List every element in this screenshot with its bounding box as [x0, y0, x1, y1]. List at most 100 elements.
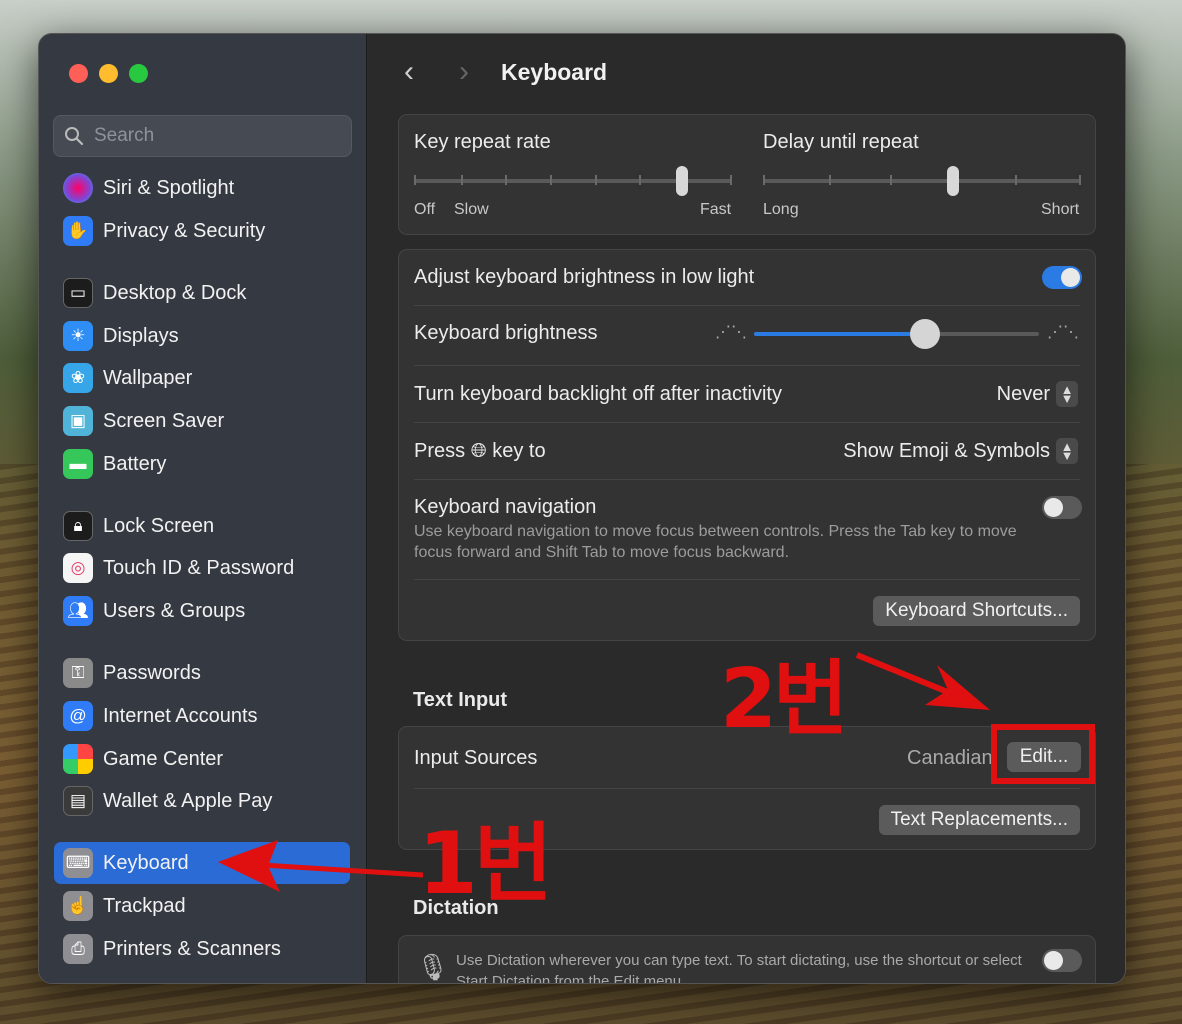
- sidebar-item-label: Touch ID & Password: [103, 556, 295, 579]
- globe-icon: 🌐︎: [470, 440, 487, 462]
- minimize-button[interactable]: [99, 64, 118, 83]
- keyboard-nav-toggle[interactable]: [1042, 496, 1082, 519]
- brightness-thumb[interactable]: [910, 319, 940, 349]
- text-replacements-button[interactable]: Text Replacements...: [878, 805, 1080, 835]
- flower-icon: ❀: [63, 363, 93, 393]
- press-key-label: Press 🌐︎ key to: [414, 440, 546, 463]
- back-button[interactable]: ‹: [396, 57, 422, 88]
- sidebar-item-passwords[interactable]: ⚿ Passwords: [54, 652, 350, 694]
- updown-chevron-icon: ▲ ▼: [1056, 381, 1078, 407]
- sidebar-item-wallpaper[interactable]: ❀ Wallpaper: [54, 357, 350, 399]
- delay-short-label: Short: [1041, 201, 1080, 218]
- sidebar-item-wallet[interactable]: ▤ Wallet & Apple Pay: [54, 780, 350, 822]
- input-sources-label: Input Sources: [414, 747, 538, 769]
- key-repeat-label: Key repeat rate: [414, 131, 551, 153]
- backlight-label: Turn keyboard backlight off after inacti…: [414, 383, 782, 405]
- edit-highlight-box: [991, 724, 1095, 784]
- at-icon: @: [63, 701, 93, 731]
- trackpad-icon: ☝: [63, 891, 93, 921]
- keyboard-shortcuts-button[interactable]: Keyboard Shortcuts...: [873, 596, 1080, 626]
- sidebar-item-label: Wallpaper: [103, 366, 193, 389]
- sidebar-item-printers[interactable]: ⎙ Printers & Scanners: [54, 928, 350, 970]
- sidebar-item-users-groups[interactable]: 👥︎ Users & Groups: [54, 590, 350, 632]
- zoom-button[interactable]: [129, 64, 148, 83]
- sidebar: Siri & Spotlight ✋ Privacy & Security ▭ …: [39, 34, 367, 983]
- press-label-a: Press: [414, 440, 466, 462]
- sidebar-item-touch-id[interactable]: ◎ Touch ID & Password: [54, 547, 350, 589]
- step-1-annotation: 1번: [418, 814, 553, 914]
- delay-thumb[interactable]: [947, 166, 959, 196]
- printer-icon: ⎙: [63, 934, 93, 964]
- keyboard-icon: ⌨: [63, 848, 93, 878]
- sidebar-item-label: Printers & Scanners: [103, 937, 281, 960]
- sidebar-item-siri-spotlight[interactable]: Siri & Spotlight: [54, 167, 350, 209]
- dictation-card: 🎙︎ Use Dictation wherever you can type t…: [398, 935, 1096, 984]
- dictation-description: Use Dictation wherever you can type text…: [456, 952, 1022, 984]
- key-repeat-slow-label: Slow: [454, 201, 489, 218]
- keyboard-nav-description: Use keyboard navigation to move focus be…: [414, 523, 1017, 561]
- sidebar-item-internet-accounts[interactable]: @ Internet Accounts: [54, 695, 350, 737]
- sidebar-item-label: Lock Screen: [103, 514, 215, 537]
- sidebar-item-label: Keyboard: [103, 851, 189, 874]
- updown-chevron-icon: ▲ ▼: [1056, 438, 1078, 464]
- key-icon: ⚿: [63, 658, 93, 688]
- settings-window: Siri & Spotlight ✋ Privacy & Security ▭ …: [38, 33, 1126, 984]
- sidebar-item-label: Game Center: [103, 747, 224, 770]
- input-sources-value: Canadian: [907, 747, 993, 769]
- sidebar-item-label: Privacy & Security: [103, 219, 266, 242]
- page-title: Keyboard: [501, 59, 608, 85]
- microphone-icon: 🎙︎: [416, 952, 450, 982]
- repeat-card: Key repeat rate Off Slow Fast Delay unti…: [398, 114, 1096, 235]
- siri-icon: [63, 173, 93, 203]
- sidebar-item-displays[interactable]: ☀ Displays: [54, 315, 350, 357]
- delay-label: Delay until repeat: [763, 131, 919, 153]
- dictation-toggle[interactable]: [1042, 949, 1082, 972]
- screensaver-icon: ▣: [63, 406, 93, 436]
- sidebar-item-label: Trackpad: [103, 894, 186, 917]
- press-key-popup[interactable]: Show Emoji & Symbols ▲ ▼: [843, 438, 1078, 464]
- adjust-brightness-label: Adjust keyboard brightness in low light: [414, 266, 755, 288]
- sidebar-item-label: Internet Accounts: [103, 704, 258, 727]
- forward-button[interactable]: ›: [451, 57, 477, 88]
- sidebar-item-lock-screen[interactable]: 🔒︎ Lock Screen: [54, 505, 350, 547]
- sidebar-item-screen-saver[interactable]: ▣ Screen Saver: [54, 400, 350, 442]
- key-repeat-thumb[interactable]: [676, 166, 688, 196]
- sidebar-item-trackpad[interactable]: ☝ Trackpad: [54, 885, 350, 927]
- sidebar-item-privacy-security[interactable]: ✋ Privacy & Security: [54, 210, 350, 252]
- text-input-title: Text Input: [413, 689, 508, 711]
- lock-icon: 🔒︎: [63, 511, 93, 541]
- press-label-b: key to: [492, 440, 546, 462]
- brightness-low-icon: ⋰⋱: [715, 324, 747, 341]
- press-key-value: Show Emoji & Symbols: [843, 439, 1050, 462]
- sidebar-item-label: Passwords: [103, 661, 201, 684]
- sidebar-item-game-center[interactable]: Game Center: [54, 738, 350, 780]
- users-icon: 👥︎: [63, 596, 93, 626]
- sidebar-item-keyboard[interactable]: ⌨ Keyboard: [54, 842, 350, 884]
- keyboard-nav-label: Keyboard navigation: [414, 496, 597, 518]
- keyboard-settings-card: Adjust keyboard brightness in low light …: [398, 249, 1096, 641]
- hand-icon: ✋: [63, 216, 93, 246]
- adjust-brightness-toggle[interactable]: [1042, 266, 1082, 289]
- delay-long-label: Long: [763, 201, 799, 218]
- search-input[interactable]: [94, 125, 334, 147]
- sidebar-item-label: Desktop & Dock: [103, 281, 247, 304]
- key-repeat-fast-label: Fast: [700, 201, 732, 218]
- battery-icon: ▬: [63, 449, 93, 479]
- backlight-value: Never: [996, 382, 1050, 405]
- gamecenter-icon: [63, 744, 93, 774]
- backlight-popup[interactable]: Never ▲ ▼: [997, 381, 1078, 407]
- sidebar-item-desktop-dock[interactable]: ▭ Desktop & Dock: [54, 272, 350, 314]
- wallet-icon: ▤: [63, 786, 93, 816]
- step-2-annotation: 2번: [720, 652, 848, 747]
- sidebar-item-label: Users & Groups: [103, 599, 246, 622]
- search-icon: [65, 127, 84, 146]
- search-field[interactable]: [53, 115, 352, 157]
- sidebar-item-label: Screen Saver: [103, 409, 225, 432]
- traffic-lights: [69, 64, 148, 83]
- brightness-high-icon: ⋰⋱: [1047, 324, 1079, 341]
- dock-icon: ▭: [63, 278, 93, 308]
- brightness-label: Keyboard brightness: [414, 322, 598, 344]
- close-button[interactable]: [69, 64, 88, 83]
- key-repeat-off-label: Off: [414, 201, 436, 218]
- sidebar-item-battery[interactable]: ▬ Battery: [54, 443, 350, 485]
